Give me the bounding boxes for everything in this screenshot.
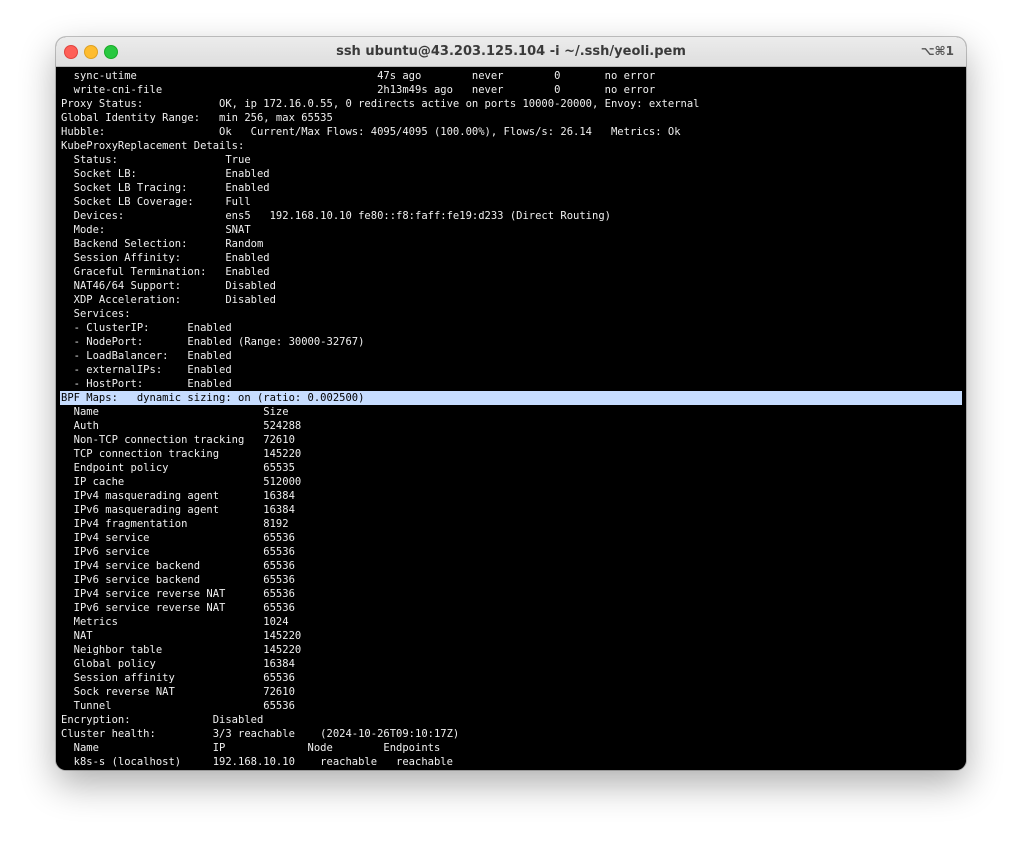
terminal-line: Neighbor table 145220 [61, 644, 302, 656]
terminal-window: ssh ubuntu@43.203.125.104 -i ~/.ssh/yeol… [56, 37, 966, 770]
terminal-line: IPv4 service backend 65536 [61, 560, 295, 572]
terminal-line: IPv6 service 65536 [61, 546, 295, 558]
terminal-line: IPv4 service 65536 [61, 532, 295, 544]
terminal-line: Metrics 1024 [61, 616, 289, 628]
terminal-line: Hubble: Ok Current/Max Flows: 4095/4095 … [61, 126, 681, 138]
terminal-line: Cluster health: 3/3 reachable (2024-10-2… [61, 728, 460, 740]
terminal-line: Devices: ens5 192.168.10.10 fe80::f8:faf… [61, 210, 611, 222]
terminal-line: - LoadBalancer: Enabled [61, 350, 232, 362]
terminal-line: NAT46/64 Support: Disabled [61, 280, 276, 292]
terminal-line: IPv4 service reverse NAT 65536 [61, 588, 295, 600]
terminal-line: IPv6 service backend 65536 [61, 574, 295, 586]
terminal-line: Session affinity 65536 [61, 672, 295, 684]
terminal-line: IPv6 service reverse NAT 65536 [61, 602, 295, 614]
terminal-line: Socket LB Tracing: Enabled [61, 182, 270, 194]
terminal-line: k8s-s (localhost) 192.168.10.10 reachabl… [61, 756, 453, 768]
terminal-line: TCP connection tracking 145220 [61, 448, 302, 460]
terminal-line: Services: [61, 308, 131, 320]
terminal-line: IPv6 masquerading agent 16384 [61, 504, 295, 516]
terminal-line: Status: True [61, 154, 251, 166]
terminal-line: Name IP Node Endpoints [61, 742, 441, 754]
terminal-line: Global policy 16384 [61, 658, 295, 670]
terminal-output[interactable]: sync-utime 47s ago never 0 no error writ… [56, 67, 966, 770]
terminal-line: Non-TCP connection tracking 72610 [61, 434, 295, 446]
terminal-line: Socket LB: Enabled [61, 168, 270, 180]
terminal-line: Name Size [61, 406, 289, 418]
title-bar[interactable]: ssh ubuntu@43.203.125.104 -i ~/.ssh/yeol… [56, 37, 966, 67]
terminal-line: - externalIPs: Enabled [61, 364, 232, 376]
terminal-line: Socket LB Coverage: Full [61, 196, 251, 208]
terminal-line: Sock reverse NAT 72610 [61, 686, 295, 698]
terminal-line: IPv4 fragmentation 8192 [61, 518, 289, 530]
terminal-line: sync-utime 47s ago never 0 no error [61, 70, 656, 82]
terminal-line: Backend Selection: Random [61, 238, 264, 250]
terminal-line: IP cache 512000 [61, 476, 302, 488]
terminal-line: write-cni-file 2h13m49s ago never 0 no e… [61, 84, 656, 96]
terminal-line: NAT 145220 [61, 630, 302, 642]
terminal-line: Encryption: Disabled [61, 714, 264, 726]
terminal-line: Tunnel 65536 [61, 700, 295, 712]
window-shortcut-label: ⌥⌘1 [920, 44, 954, 58]
terminal-line: Mode: SNAT [61, 224, 251, 236]
terminal-line-selected: BPF Maps: dynamic sizing: on (ratio: 0.0… [60, 391, 962, 405]
terminal-line: - NodePort: Enabled (Range: 30000-32767) [61, 336, 365, 348]
terminal-line: IPv4 masquerading agent 16384 [61, 490, 295, 502]
terminal-line: XDP Acceleration: Disabled [61, 294, 276, 306]
terminal-line: Global Identity Range: min 256, max 6553… [61, 112, 333, 124]
terminal-line: Graceful Termination: Enabled [61, 266, 270, 278]
terminal-line: Auth 524288 [61, 420, 302, 432]
terminal-line: - ClusterIP: Enabled [61, 322, 232, 334]
terminal-line: - HostPort: Enabled [61, 378, 232, 390]
terminal-line: Endpoint policy 65535 [61, 462, 295, 474]
terminal-line: KubeProxyReplacement Details: [61, 140, 245, 152]
terminal-line: Session Affinity: Enabled [61, 252, 270, 264]
window-title: ssh ubuntu@43.203.125.104 -i ~/.ssh/yeol… [336, 44, 686, 59]
terminal-line: Proxy Status: OK, ip 172.16.0.55, 0 redi… [61, 98, 700, 110]
